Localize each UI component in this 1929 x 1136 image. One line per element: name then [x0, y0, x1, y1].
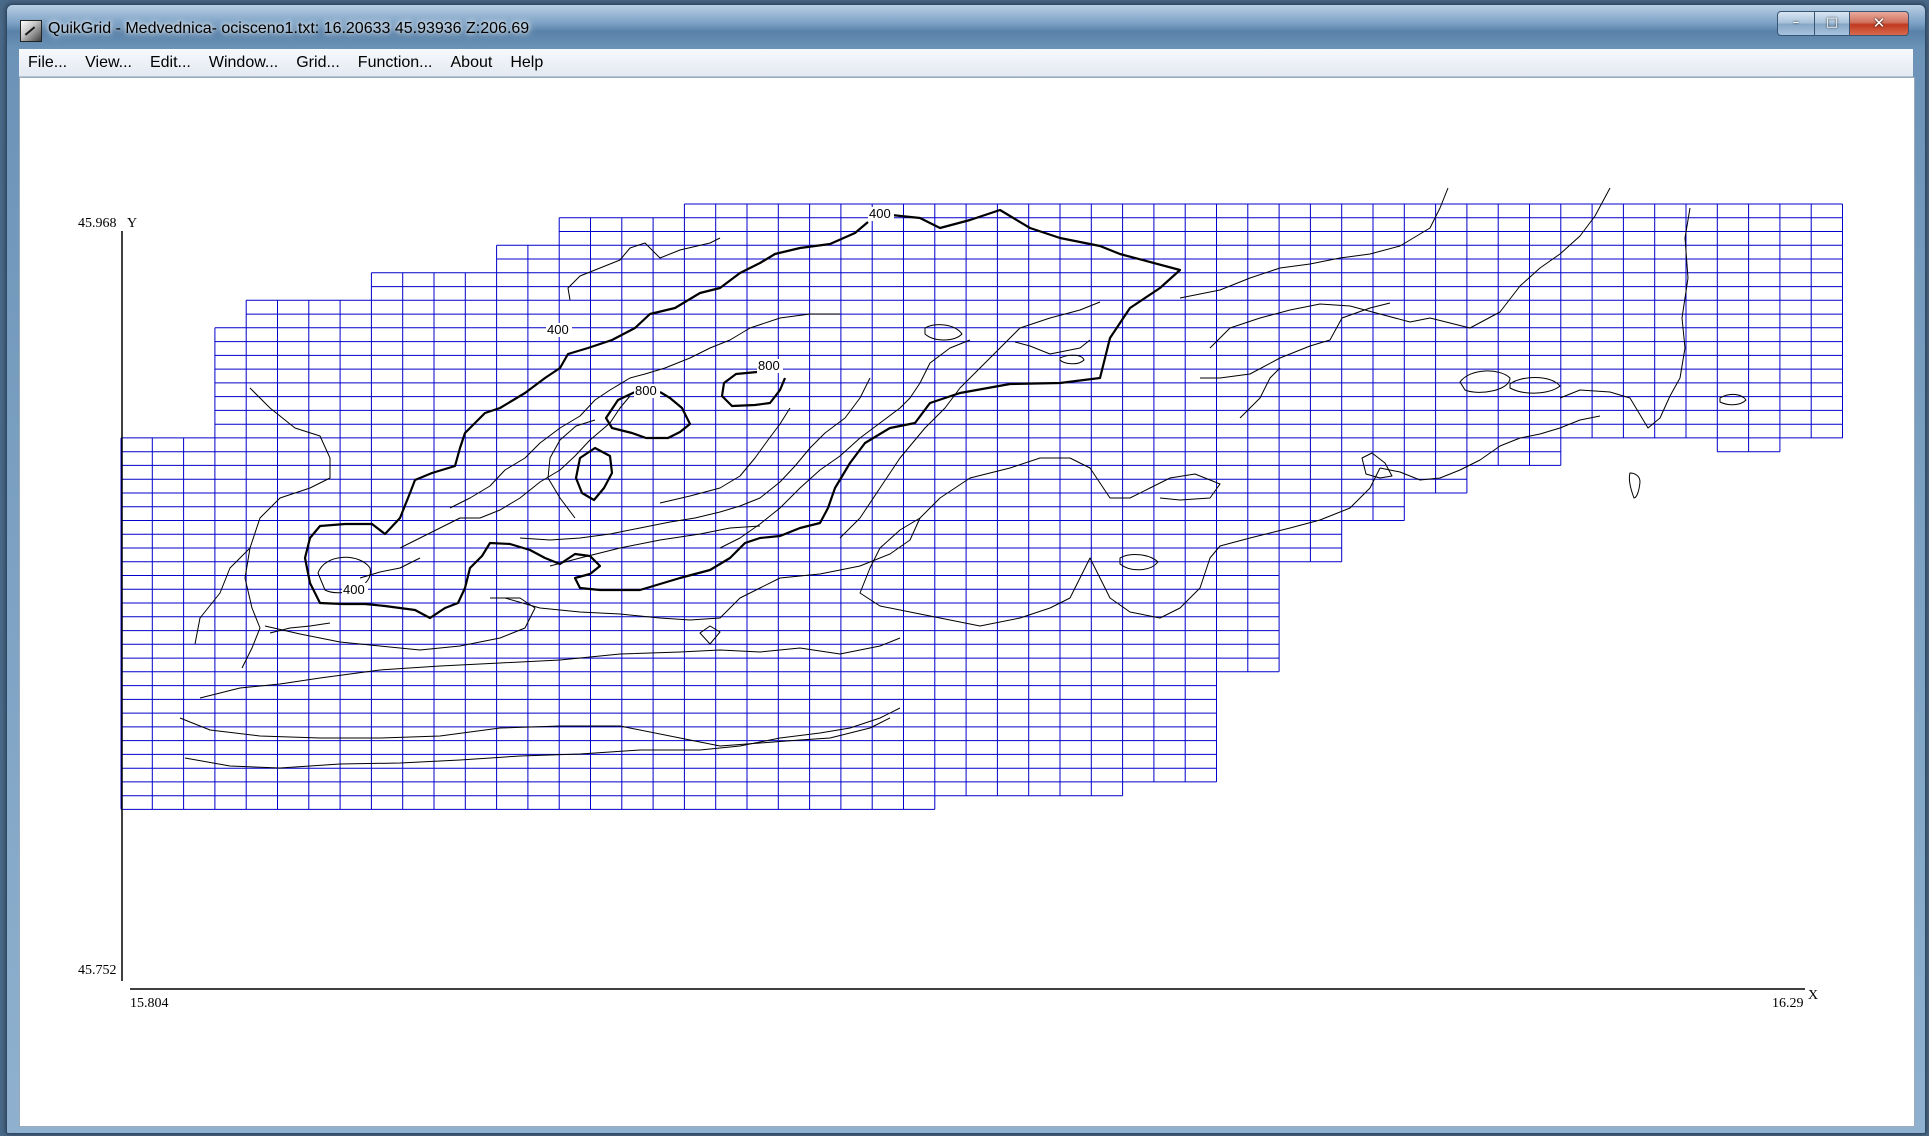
contour-line: [839, 301, 1101, 539]
plot-area[interactable]: 45.968 Y 45.752 15.804 16.29 X 400 400 8…: [19, 77, 1915, 1127]
contour-line: [269, 622, 331, 634]
contour-line: [547, 419, 596, 519]
contour-line: [1459, 370, 1511, 393]
y-max-label: 45.968: [78, 216, 117, 231]
x-min-label: 15.804: [130, 996, 169, 1011]
menu-window[interactable]: Window...: [200, 49, 287, 76]
contour-line: [924, 324, 963, 341]
index-contour-line: [574, 446, 614, 502]
caption-buttons: – □ ✕: [1777, 11, 1909, 36]
close-button[interactable]: ✕: [1850, 11, 1909, 36]
grid-contour-plot[interactable]: 45.968 Y 45.752 15.804 16.29 X 400 400 8…: [20, 78, 1914, 1126]
contour-line: [1719, 393, 1747, 406]
contour-label-400-west: 400: [547, 322, 569, 337]
menu-file[interactable]: File...: [19, 49, 76, 76]
menu-help[interactable]: Help: [501, 49, 552, 76]
title-bar[interactable]: QuikGrid - Medvednica- ocisceno1.txt: 16…: [7, 5, 1925, 49]
contour-line: [1059, 354, 1085, 365]
index-contour-line: [720, 370, 787, 408]
menu-bar: File... View... Edit... Window... Grid..…: [19, 49, 1913, 77]
contour-line: [264, 597, 536, 651]
menu-view[interactable]: View...: [76, 49, 141, 76]
minimize-button[interactable]: –: [1777, 11, 1815, 36]
contour-line: [1559, 207, 1691, 429]
contour-line: [199, 637, 901, 699]
contour-lines: [179, 187, 1747, 769]
contour-line: [399, 517, 480, 549]
maximize-button[interactable]: □: [1815, 11, 1850, 36]
contour-line: [859, 467, 1381, 627]
contour-line: [659, 407, 791, 504]
window-title: QuikGrid - Medvednica- ocisceno1.txt: 16…: [48, 20, 530, 37]
contour-line: [1509, 377, 1561, 394]
contour-line: [504, 457, 1221, 621]
contour-line: [241, 387, 331, 669]
contour-line: [1209, 187, 1611, 349]
y-axis-name: Y: [127, 216, 137, 231]
contour-label-400-south: 400: [343, 582, 365, 597]
quikgrid-app-icon[interactable]: [20, 20, 42, 42]
contour-line: [699, 625, 721, 645]
data-grid: [120, 203, 1843, 810]
app-window: QuikGrid - Medvednica- ocisceno1.txt: 16…: [6, 4, 1926, 1134]
contour-label-800-west: 800: [635, 383, 657, 398]
x-axis-name: X: [1808, 988, 1818, 1003]
contour-line: [1628, 472, 1641, 499]
contour-line: [184, 707, 901, 769]
contour-line: [1379, 415, 1601, 481]
contour-label-400-north: 400: [869, 206, 891, 221]
contour-line: [179, 717, 891, 747]
x-max-label: 16.29: [1772, 996, 1804, 1011]
contour-label-800-east: 800: [758, 358, 780, 373]
y-min-label: 45.752: [78, 963, 117, 978]
menu-grid[interactable]: Grid...: [287, 49, 349, 76]
menu-about[interactable]: About: [442, 49, 502, 76]
index-contour-line: [303, 208, 1182, 620]
index-contour-line: [604, 391, 692, 440]
menu-edit[interactable]: Edit...: [141, 49, 200, 76]
menu-function[interactable]: Function...: [349, 49, 442, 76]
contour-line: [194, 547, 251, 645]
